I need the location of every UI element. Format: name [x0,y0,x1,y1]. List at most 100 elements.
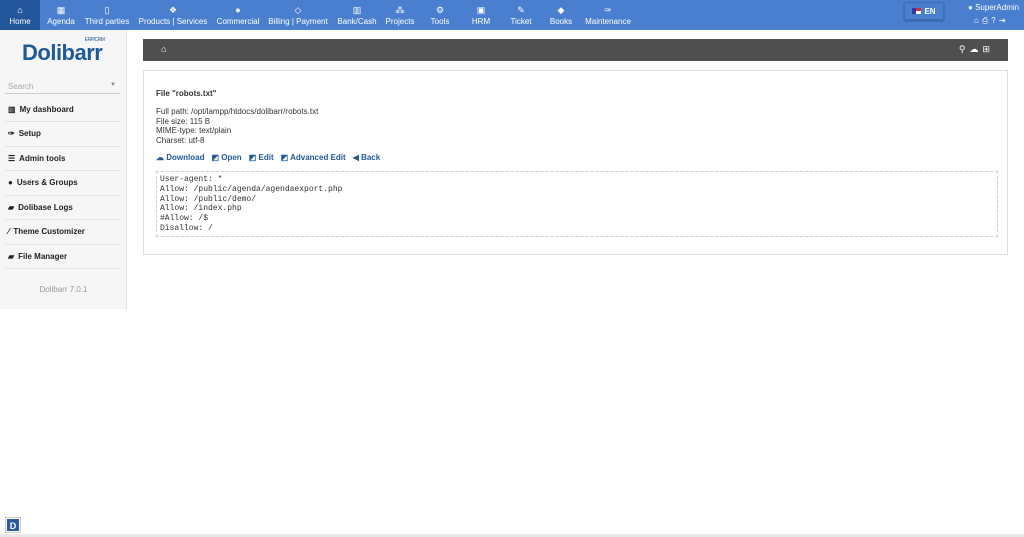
nav-home[interactable]: ⌂ Home [0,0,40,30]
sidebar-item-users-groups[interactable]: ● Users & Groups [5,171,120,196]
version-label: Dolibarr 7.0.1 [39,285,88,294]
cloud-upload-icon[interactable]: ☁ [969,44,978,55]
wrench-icon: ✑ [8,129,15,138]
sidebar-item-file-manager[interactable]: ▰ File Manager [5,244,120,269]
file-panel: File "robots.txt" Full path: /opt/lampp/… [143,70,1008,255]
sidebar-item-label: Theme Customizer [13,227,85,236]
home-icon[interactable]: ⌂ [974,16,979,26]
nav-hrm[interactable]: ▣ HRM [472,0,490,30]
sidebar-item-setup[interactable]: ✑ Setup [5,122,120,147]
dolibarr-logo[interactable]: Dolibarr ERP/CRM [22,37,105,66]
edit-icon: ◩ [280,153,289,162]
file-charset: Charset: utf-8 [156,136,205,146]
logo-text: Dolibarr [22,40,103,65]
users-icon: ● [8,178,13,187]
nav-billing-payment[interactable]: ◇ Billing | Payment [268,0,327,30]
file-actions: ☁ Download ◩ Open ◩ Edit ◩ Advanced Edit ◀ B… [156,153,380,162]
logo-tag: ERP/CRM [84,37,105,43]
nav-third-parties[interactable]: ▯ Third parties [85,0,129,30]
file-info: Full path: /opt/lampp/htdocs/dolibarr/ro… [156,107,318,146]
id-card-icon: ▣ [476,4,486,15]
search-icon[interactable]: ⚲ [959,44,966,55]
sidebar-item-admin-tools[interactable]: ☰ Admin tools [5,146,120,171]
action-label: Download [166,153,205,162]
search-input[interactable]: Search ▼ [5,79,120,94]
diamond-icon: ◇ [294,4,302,15]
bank-icon: ▥ [352,4,362,15]
nav-label: Books [549,16,573,26]
list-icon: ☰ [8,153,16,163]
user-menu[interactable]: ● SuperAdmin [968,3,1019,12]
back-link[interactable]: ◀ Back [353,153,381,162]
sidebar-item-theme-customizer[interactable]: ⁄ Theme Customizer [5,220,120,245]
chevron-down-icon: ▼ [110,82,116,88]
edit-link[interactable]: ◩ Edit [249,153,274,162]
sidebar-item-label: Admin tools [19,153,66,163]
ticket-icon: ✎ [517,4,525,15]
nav-label: Billing | Payment [268,16,328,26]
nav-label: Projects [385,16,415,26]
sidebar-item-label: Users & Groups [16,178,78,187]
edit-icon: ◩ [248,153,257,162]
nav-projects[interactable]: ⁂ Projects [386,0,415,30]
advanced-edit-link[interactable]: ◩ Advanced Edit [281,153,346,162]
file-path: Full path: /opt/lampp/htdocs/dolibarr/ro… [156,107,319,116]
nav-maintenance[interactable]: ✑ Maintenance [585,0,631,30]
nav-label: Ticket [510,16,532,26]
user-tools: ⌂ ⎙? ⇥ [974,16,1005,26]
nav-label: HRM [471,16,491,26]
file-mime: MIME-type: text/plain [156,126,232,136]
action-label: Open [221,153,242,162]
sidebar-item-label: Setup [18,129,41,138]
nav-products-services[interactable]: ❖ Products | Services [139,0,208,30]
action-label: Advanced Edit [290,153,346,162]
nav-agenda[interactable]: ▦ Agenda [47,0,75,30]
home-icon[interactable]: ⌂ [161,44,166,54]
book-icon: ▰ [8,202,15,212]
books-icon: ◆ [557,4,565,15]
file-size: File size: 115 B [156,116,211,126]
nav-tools[interactable]: ⚙ Tools [431,0,450,30]
open-link[interactable]: ◩ Open [211,153,241,162]
nav-label: Home [9,16,31,26]
nav-ticket[interactable]: ✎ Ticket [510,0,531,30]
sitemap-icon: ⁂ [395,4,405,15]
print-icon[interactable]: ⎙ [982,16,988,26]
add-icon[interactable]: ⊞ [982,44,990,55]
sidebar-item-label: File Manager [18,251,68,261]
user-icon: ● [235,4,241,15]
action-label: Back [361,153,381,162]
language-label: EN [924,6,936,16]
nav-label: Tools [430,16,450,26]
external-icon: ◩ [211,153,220,162]
nav-label: Products | Services [138,16,208,26]
home-icon: ⌂ [17,4,23,15]
search-placeholder: Search [8,82,34,91]
cogs-icon: ⚙ [435,4,445,15]
sidebar-item-label: Dolibase Logs [18,202,73,212]
language-selector[interactable]: EN [904,2,944,20]
chart-icon: ▥ [8,104,16,114]
nav-books[interactable]: ◆ Books [550,0,572,30]
nav-label: Maintenance [585,16,631,26]
download-link[interactable]: ☁ Download [156,153,204,162]
sidebar-item-label: My dashboard [19,104,74,114]
file-title: File "robots.txt" [156,89,217,98]
nav-label: Third parties [84,16,130,26]
sidebar-item-dolibase-logs[interactable]: ▰ Dolibase Logs [5,195,120,220]
nav-label: Bank/Cash [337,16,377,26]
debug-bar-button[interactable]: D [5,517,21,533]
help-icon[interactable]: ? [991,16,995,26]
action-label: Edit [258,153,274,162]
folder-open-icon: ▰ [8,251,15,261]
nav-commercial[interactable]: ● Commercial [217,0,260,30]
brush-icon: ⁄ [8,227,10,236]
wrench-icon: ✑ [604,4,612,15]
nav-label: Commercial [216,16,260,26]
nav-bank-cash[interactable]: ▥ Bank/Cash [337,0,376,30]
calendar-icon: ▦ [56,4,66,15]
building-icon: ▯ [104,4,110,15]
sidebar-item-my-dashboard[interactable]: ▥ My dashboard [5,97,120,122]
username: SuperAdmin [975,3,1020,12]
logout-icon[interactable]: ⇥ [999,16,1006,26]
